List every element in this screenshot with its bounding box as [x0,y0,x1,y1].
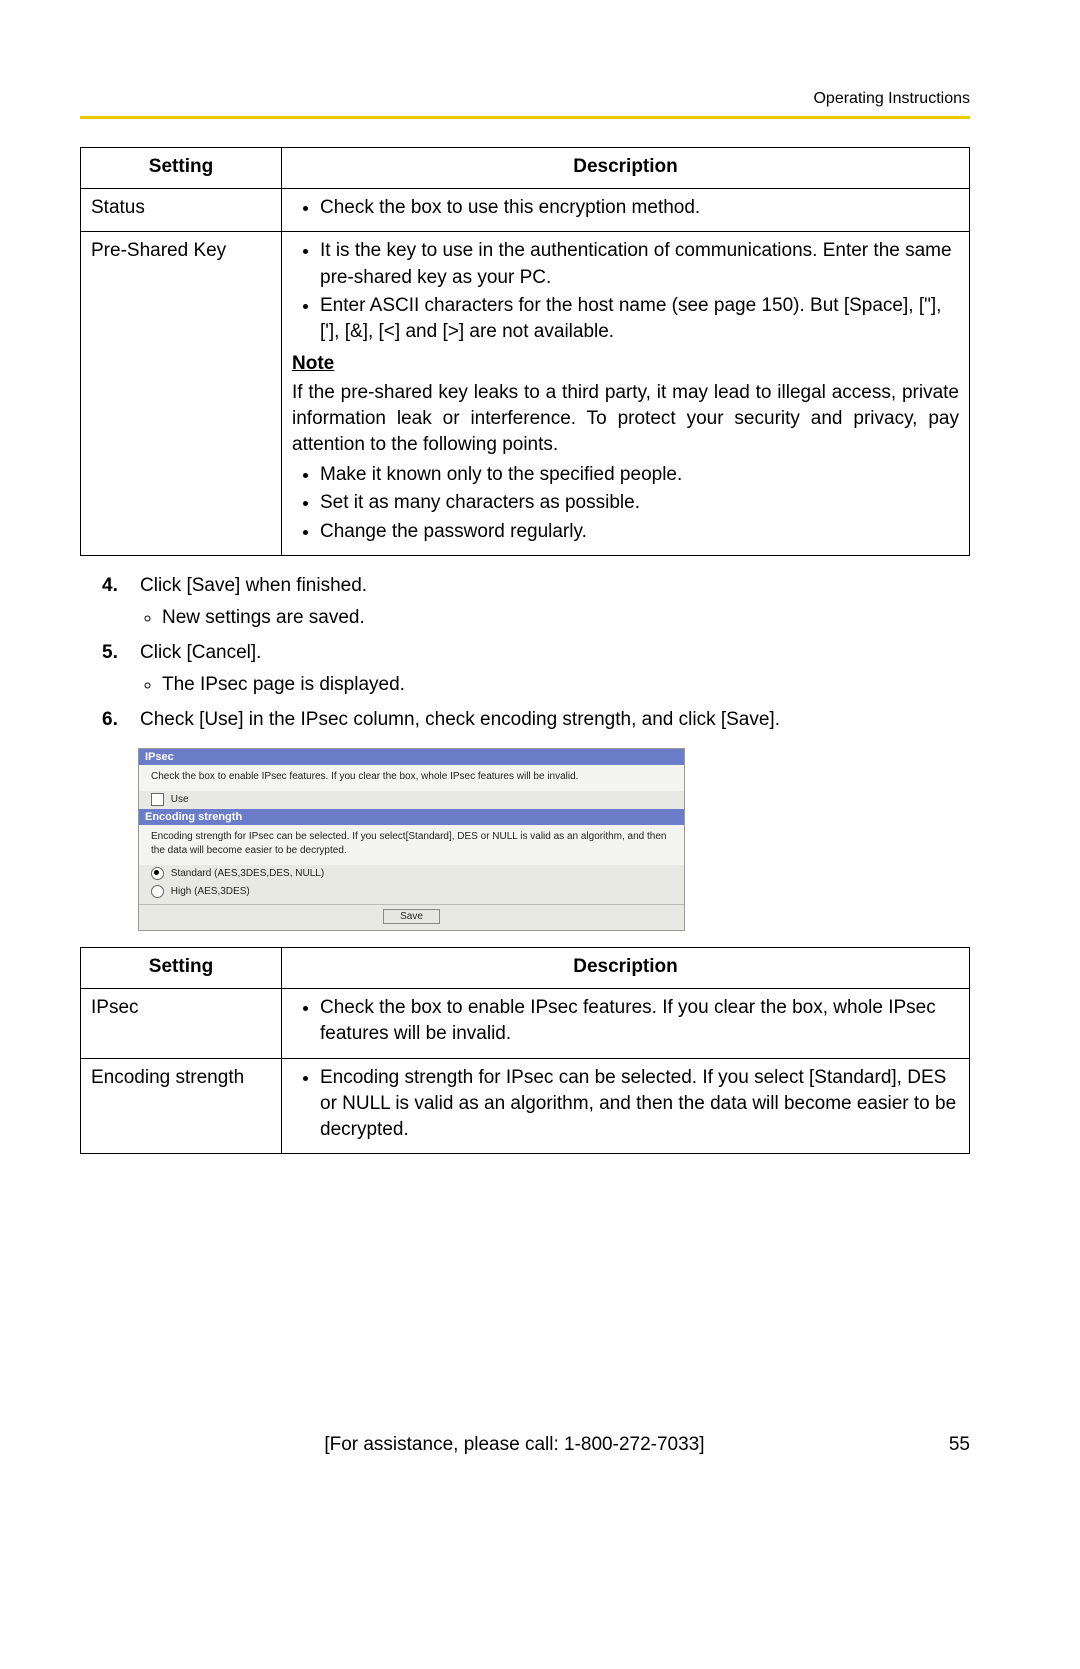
list-item: Change the password regularly. [320,519,959,545]
ipsec-desc: Check the box to enable IPsec features. … [139,765,684,791]
list-item: Encoding strength for IPsec can be selec… [320,1065,959,1144]
assistance-text: [For assistance, please call: 1-800-272-… [80,1434,949,1456]
th-description: Description [282,148,970,189]
radio-standard-row[interactable]: Standard (AES,3DES,DES, NULL) [139,865,684,883]
table-row: Encoding strength Encoding strength for … [81,1058,970,1154]
note-paragraph: If the pre-shared key leaks to a third p… [292,380,959,459]
ipsec-header: IPsec [139,749,684,765]
encoding-desc: Encoding strength for IPsec can be selec… [139,825,684,865]
list-item: Make it known only to the specified peop… [320,462,959,488]
radio-high-label: High (AES,3DES) [171,886,250,897]
cell-setting: Encoding strength [81,1058,282,1154]
table-row: Status Check the box to use this encrypt… [81,189,970,232]
th-setting: Setting [81,148,282,189]
radio-standard-label: Standard (AES,3DES,DES, NULL) [171,868,324,879]
step-text: Click [Cancel]. [140,642,261,663]
list-item: The IPsec page is displayed. [162,671,970,700]
use-label: Use [171,794,189,805]
cell-description: Check the box to enable IPsec features. … [282,989,970,1058]
table-row: IPsec Check the box to enable IPsec feat… [81,989,970,1058]
use-checkbox-row[interactable]: Use [139,791,684,809]
cell-setting: Pre-Shared Key [81,232,282,555]
cell-setting: IPsec [81,989,282,1058]
page-footer: [For assistance, please call: 1-800-272-… [80,1434,970,1456]
step-number: 5. [102,639,118,668]
list-item: Set it as many characters as possible. [320,490,959,516]
cell-description: Encoding strength for IPsec can be selec… [282,1058,970,1154]
page-number: 55 [949,1434,970,1456]
page-header: Operating Instructions [80,90,970,108]
cell-setting: Status [81,189,282,232]
list-item: Enter ASCII characters for the host name… [320,293,959,345]
cell-description: It is the key to use in the authenticati… [282,232,970,555]
list-item: Check the box to enable IPsec features. … [320,995,959,1047]
ipsec-screenshot: IPsec Check the box to enable IPsec feat… [138,748,685,931]
list-item: New settings are saved. [162,604,970,633]
step-4: 4. Click [Save] when finished. New setti… [80,572,970,633]
header-rule [80,116,970,119]
cell-description: Check the box to use this encryption met… [282,189,970,232]
step-number: 4. [102,572,118,601]
step-text: Check [Use] in the IPsec column, check e… [140,709,780,730]
save-button[interactable]: Save [383,909,440,924]
settings-table-2: Setting Description IPsec Check the box … [80,947,970,1154]
radio-icon[interactable] [151,885,164,898]
step-6: 6. Check [Use] in the IPsec column, chec… [80,706,970,735]
step-5: 5. Click [Cancel]. The IPsec page is dis… [80,639,970,700]
th-setting: Setting [81,947,282,988]
th-description: Description [282,947,970,988]
radio-high-row[interactable]: High (AES,3DES) [139,883,684,901]
encoding-header: Encoding strength [139,809,684,825]
list-item: Check the box to use this encryption met… [320,195,959,221]
radio-icon[interactable] [151,867,164,880]
step-text: Click [Save] when finished. [140,575,367,596]
step-number: 6. [102,706,118,735]
note-label: Note [292,351,959,377]
table-row: Pre-Shared Key It is the key to use in t… [81,232,970,555]
steps-list: 4. Click [Save] when finished. New setti… [80,572,970,735]
settings-table-1: Setting Description Status Check the box… [80,147,970,556]
list-item: It is the key to use in the authenticati… [320,238,959,290]
checkbox-icon[interactable] [151,793,164,806]
